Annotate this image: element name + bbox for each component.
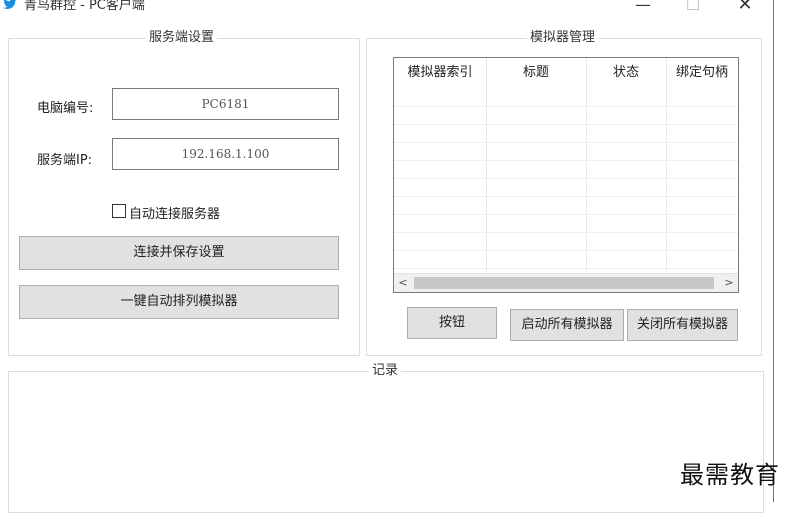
column-divider (486, 58, 487, 272)
row-divider (394, 232, 738, 233)
maximize-button[interactable]: ☐ (682, 0, 704, 16)
column-divider (666, 58, 667, 272)
row-divider (394, 268, 738, 269)
row-divider (394, 250, 738, 251)
table-header: 模拟器索引 标题 状态 绑定句柄 (394, 58, 738, 88)
title-bar: 青鸟群控 - PC客户端 — ☐ ✕ (0, 0, 775, 26)
row-divider (394, 196, 738, 197)
column-divider (586, 58, 587, 272)
row-divider (394, 106, 738, 107)
close-all-emulators-button[interactable]: 关闭所有模拟器 (627, 309, 738, 341)
row-divider (394, 142, 738, 143)
window-border (773, 0, 774, 502)
auto-connect-label: 自动连接服务器 (129, 207, 221, 222)
scrollbar-thumb[interactable] (414, 277, 714, 289)
watermark-text: 最需教育 (680, 461, 780, 489)
column-header-index[interactable]: 模拟器索引 (394, 58, 486, 88)
minimize-button[interactable]: — (632, 0, 654, 16)
scroll-right-icon[interactable]: > (720, 274, 738, 292)
close-button[interactable]: ✕ (734, 0, 756, 16)
server-ip-label: 服务端IP: (37, 153, 93, 168)
log-group: 记录 (8, 363, 764, 513)
row-divider (394, 124, 738, 125)
column-header-title[interactable]: 标题 (486, 58, 586, 88)
bird-icon (3, 0, 17, 9)
server-ip-field[interactable]: 192.168.1.100 (112, 138, 339, 170)
emulator-manager-title: 模拟器管理 (527, 30, 599, 46)
row-divider (394, 178, 738, 179)
computer-id-label: 电脑编号: (37, 101, 94, 116)
auto-connect-checkbox[interactable] (112, 204, 126, 218)
auto-arrange-button[interactable]: 一键自动排列模拟器 (19, 285, 339, 319)
generic-button[interactable]: 按钮 (407, 307, 497, 339)
emulator-manager-group: 模拟器管理 模拟器索引 标题 状态 绑定句柄 < > 按钮 启动所有模拟器 关闭… (366, 30, 762, 356)
horizontal-scrollbar[interactable]: < > (394, 273, 738, 292)
row-divider (394, 214, 738, 215)
server-settings-title: 服务端设置 (146, 30, 218, 46)
start-all-emulators-button[interactable]: 启动所有模拟器 (510, 309, 624, 341)
connect-save-button[interactable]: 连接并保存设置 (19, 236, 339, 270)
emulator-table[interactable]: 模拟器索引 标题 状态 绑定句柄 < > (393, 57, 739, 293)
scroll-left-icon[interactable]: < (394, 274, 412, 292)
log-title: 记录 (369, 363, 402, 379)
window-title: 青鸟群控 - PC客户端 (24, 0, 145, 13)
server-settings-group: 服务端设置 电脑编号: PC6181 服务端IP: 192.168.1.100 … (8, 30, 360, 356)
column-header-status[interactable]: 状态 (586, 58, 666, 88)
column-header-handle[interactable]: 绑定句柄 (666, 58, 738, 88)
computer-id-field[interactable]: PC6181 (112, 88, 339, 120)
row-divider (394, 160, 738, 161)
